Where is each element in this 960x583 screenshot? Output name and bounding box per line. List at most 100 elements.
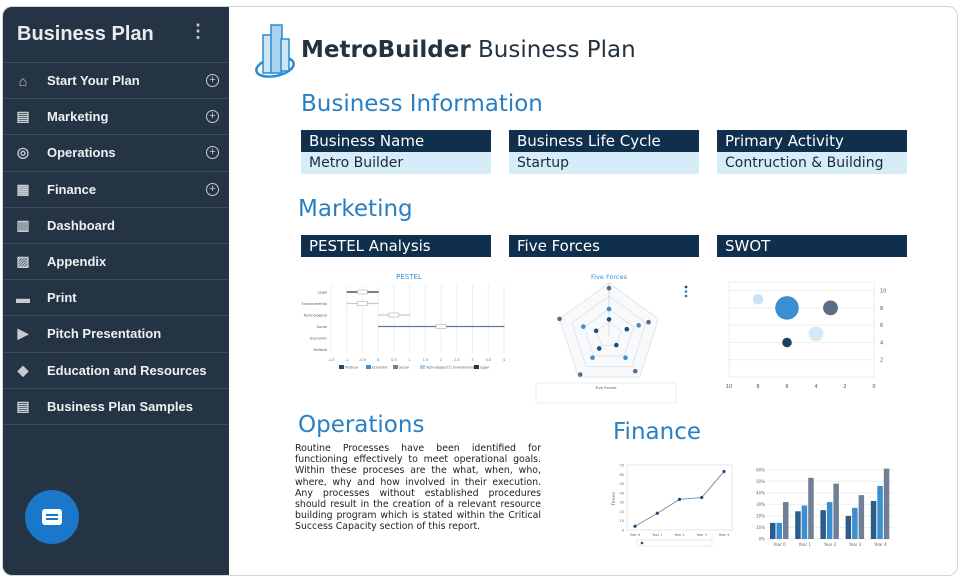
sidebar-item-label: Education and Resources xyxy=(47,362,207,378)
x-tick-label: Year 4 xyxy=(873,542,887,547)
operations-text: Routine Processes have been identified f… xyxy=(295,443,541,533)
x-tick-label: Year 2 xyxy=(674,533,684,537)
bar xyxy=(776,522,782,539)
sidebar-item-print[interactable]: ▬ Print xyxy=(3,280,229,317)
data-point xyxy=(722,469,726,474)
radar-point xyxy=(646,319,651,325)
page-title: MetroBuilder Business Plan xyxy=(301,37,636,63)
y-tick-label: Environmental xyxy=(302,302,327,306)
y-tick-label: 40 xyxy=(620,491,624,495)
radar-point xyxy=(577,372,583,377)
chat-icon xyxy=(42,509,62,525)
legend-swatch xyxy=(366,365,371,369)
bar xyxy=(770,522,776,539)
info-box: Business Name Metro Builder xyxy=(301,130,491,174)
bar xyxy=(795,511,801,539)
bubble xyxy=(752,294,764,305)
x-tick-label: -1 xyxy=(345,358,349,362)
expand-plus-icon[interactable]: + xyxy=(206,74,219,88)
bar xyxy=(833,483,839,539)
sidebar-item-education-and-resources[interactable]: ◆ Education and Resources xyxy=(3,353,229,389)
swot-card-header: SWOT xyxy=(717,235,907,257)
y-tick-label: 70 xyxy=(620,464,624,468)
radar-point xyxy=(590,355,595,361)
legend-marker xyxy=(684,285,688,289)
more-vert-icon[interactable]: ⋮ xyxy=(189,21,207,42)
y-tick-label: 30% xyxy=(756,502,765,507)
x-tick-label: -1.5 xyxy=(328,358,335,362)
y-tick-label: 10% xyxy=(756,525,765,530)
sidebar-header: Business Plan ⋮ xyxy=(3,7,229,63)
bar xyxy=(877,485,883,539)
sidebar-item-dashboard[interactable]: ▥ Dashboard xyxy=(3,208,229,244)
graduation-cap-icon: ◆ xyxy=(17,361,29,378)
radar-point xyxy=(593,328,599,334)
y-axis-label: Times xyxy=(611,492,617,507)
bar xyxy=(870,500,877,539)
sidebar-item-start-your-plan[interactable]: ⌂ Start Your Plan + xyxy=(3,63,229,100)
y-tick-label: Technological xyxy=(302,314,327,318)
x-tick-label: 0 xyxy=(377,358,379,362)
home-icon: ⌂ xyxy=(18,72,28,89)
legend-swatch xyxy=(474,365,479,369)
radar-icon: ◎ xyxy=(16,144,30,161)
y-tick-label: 8 xyxy=(880,306,883,312)
y-tick-label: 50 xyxy=(620,482,624,486)
radar-point xyxy=(632,368,638,374)
radar-point xyxy=(580,324,586,329)
y-tick-label: 0 xyxy=(622,529,624,533)
bar xyxy=(808,477,814,539)
sidebar-title: Business Plan xyxy=(17,23,154,45)
sidebar-item-operations[interactable]: ◎ Operations + xyxy=(3,135,229,172)
x-tick-label: 3.5 xyxy=(485,358,491,362)
x-tick-label: -0.5 xyxy=(359,358,366,362)
radar-point xyxy=(596,346,602,351)
data-point xyxy=(700,495,704,500)
y-tick-label: 60% xyxy=(756,467,765,472)
metrobuilder-logo xyxy=(255,24,295,78)
bubble xyxy=(775,296,799,320)
y-tick-label: 10 xyxy=(880,289,886,295)
y-tick-label: 2 xyxy=(880,358,883,364)
bar xyxy=(826,502,833,539)
clipboard-icon: ▤ xyxy=(16,397,30,414)
x-tick-label: 6 xyxy=(785,384,788,390)
finance-line-chart: 0 10 20 30 40 50 60 70 Times Year 0 Year 1 Year 2 Ye… xyxy=(611,464,733,547)
radar-point xyxy=(614,342,619,348)
bar xyxy=(801,505,808,539)
y-tick-label: 20 xyxy=(620,510,624,514)
bubble xyxy=(823,300,838,316)
y-tick-label: Economic xyxy=(310,337,327,341)
info-box: Primary Activity Contruction & Building xyxy=(717,130,907,174)
app-window: Business Plan ⋮ ⌂ Start Your Plan + ▤ Market… xyxy=(2,6,958,576)
sidebar-menu: ⌂ Start Your Plan + ▤ Marketing + ◎ Operations +… xyxy=(3,63,229,425)
y-tick-label: 40% xyxy=(756,490,765,495)
sidebar-item-finance[interactable]: ▦ Finance + xyxy=(3,172,229,208)
chat-button[interactable] xyxy=(25,490,79,544)
x-tick-label: 8 xyxy=(756,384,759,390)
documents-icon: ▤ xyxy=(16,108,30,125)
printer-icon: ▬ xyxy=(16,289,30,306)
finance-bar-chart: 0% 10% 20% 30% 40% 50% 60% Year 0 Year 1 Year 2 Ye… xyxy=(756,467,893,547)
expand-plus-icon[interactable]: + xyxy=(206,146,219,160)
expand-plus-icon[interactable]: + xyxy=(206,182,219,196)
legend-label: Economic xyxy=(372,366,388,370)
sidebar-item-appendix[interactable]: ▨ Appendix xyxy=(3,244,229,281)
plot-area xyxy=(728,281,875,378)
median-box xyxy=(357,289,368,295)
x-tick-label: 10 xyxy=(726,384,732,390)
y-tick-label: 0% xyxy=(759,537,766,542)
five-forces-card-header: Five Forces xyxy=(509,235,699,257)
legend-swatch xyxy=(393,365,398,369)
y-tick-label: 30 xyxy=(620,501,624,505)
main-content: MetroBuilder Business Plan Business Info… xyxy=(229,7,957,575)
expand-plus-icon[interactable]: + xyxy=(206,110,219,124)
data-point xyxy=(677,497,682,501)
sidebar-item-pitch-presentation[interactable]: ▶ Pitch Presentation xyxy=(3,316,229,353)
play-icon: ▶ xyxy=(17,325,29,342)
bar-chart-icon: ▥ xyxy=(16,216,30,233)
y-tick-label: Social xyxy=(317,325,327,329)
sidebar-item-marketing[interactable]: ▤ Marketing + xyxy=(3,99,229,136)
sidebar-item-business-plan-samples[interactable]: ▤ Business Plan Samples xyxy=(3,389,229,425)
legend-marker xyxy=(684,290,688,293)
